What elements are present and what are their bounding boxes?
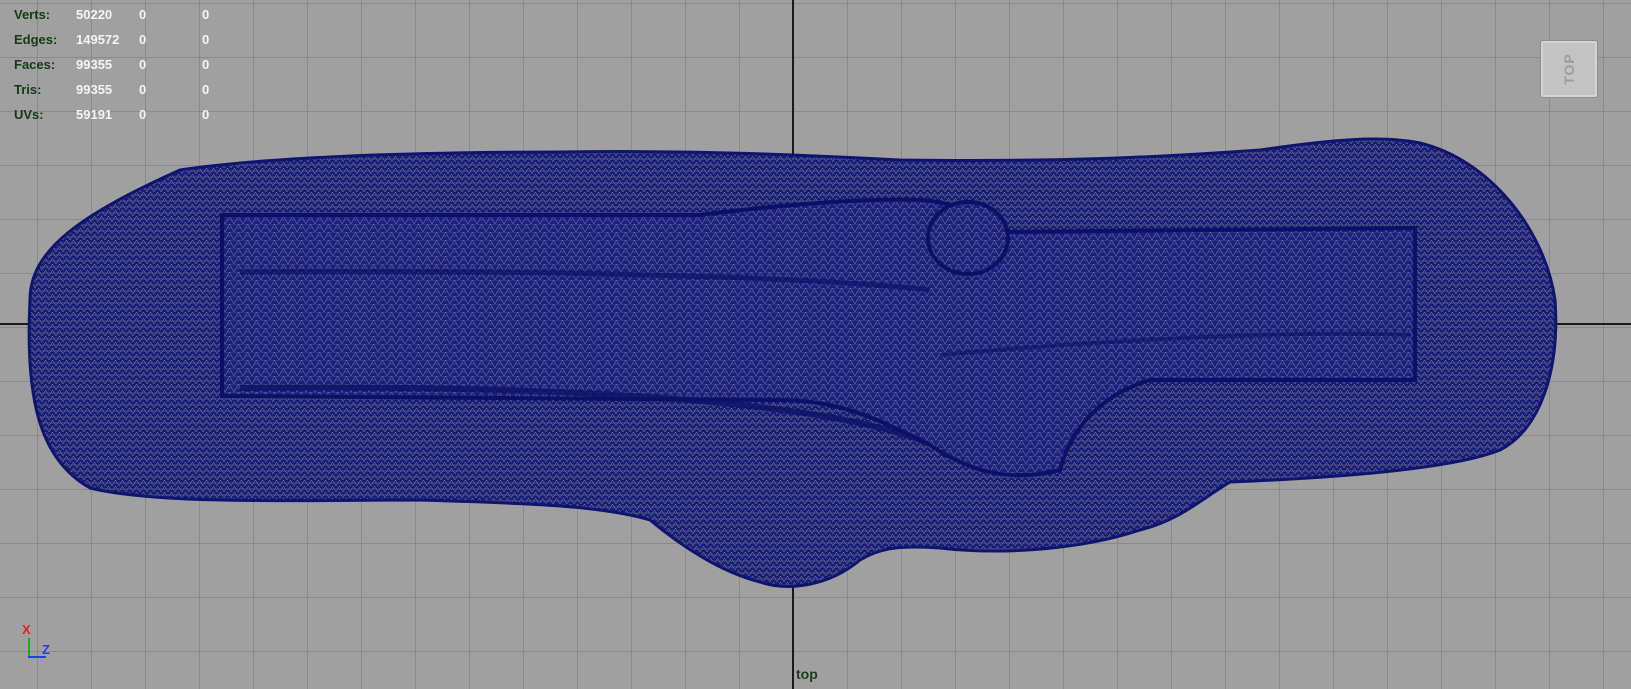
hud-label: UVs: xyxy=(14,107,44,122)
hud-value: 50220 xyxy=(76,7,113,22)
hud-row-verts: Verts: 50220 0 0 xyxy=(14,2,232,27)
hud-value: 0 xyxy=(139,32,147,47)
hud-row-faces: Faces: 99355 0 0 xyxy=(14,52,232,77)
hud-label: Tris: xyxy=(14,82,42,97)
camera-name-label: top xyxy=(796,666,818,682)
hud-label: Verts: xyxy=(14,7,51,22)
hud-value: 0 xyxy=(202,107,210,122)
viewport-top[interactable]: Verts: 50220 0 0 Edges: 149572 0 0 Faces… xyxy=(0,0,1631,689)
axis-gizmo-icon: X Z xyxy=(18,622,68,666)
viewcube-top[interactable]: TOP xyxy=(1540,40,1598,98)
hud-row-edges: Edges: 149572 0 0 xyxy=(14,27,232,52)
hud-value: 59191 xyxy=(76,107,113,122)
axis-z-label: Z xyxy=(42,642,50,657)
mesh-knot xyxy=(926,200,1010,276)
hud-value: 0 xyxy=(139,57,147,72)
hud-value: 0 xyxy=(139,82,147,97)
hud-row-uvs: UVs: 59191 0 0 xyxy=(14,102,232,127)
hud-value: 0 xyxy=(139,7,147,22)
hud-value: 0 xyxy=(202,82,210,97)
hud-value: 0 xyxy=(139,107,147,122)
hud-value: 99355 xyxy=(76,57,113,72)
hud-row-tris: Tris: 99355 0 0 xyxy=(14,77,232,102)
hud-label: Edges: xyxy=(14,32,58,47)
hud-value: 0 xyxy=(202,32,210,47)
hud-value: 149572 xyxy=(76,32,120,47)
hud-value: 0 xyxy=(202,7,210,22)
axis-x-label: X xyxy=(22,622,31,637)
hud-value: 99355 xyxy=(76,82,113,97)
axis-y-line xyxy=(28,638,30,658)
hud-value: 0 xyxy=(202,57,210,72)
hud-label: Faces: xyxy=(14,57,56,72)
poly-count-hud: Verts: 50220 0 0 Edges: 149572 0 0 Faces… xyxy=(14,2,232,127)
viewcube-label: TOP xyxy=(1561,53,1577,85)
wireframe-mesh[interactable] xyxy=(0,0,1631,689)
